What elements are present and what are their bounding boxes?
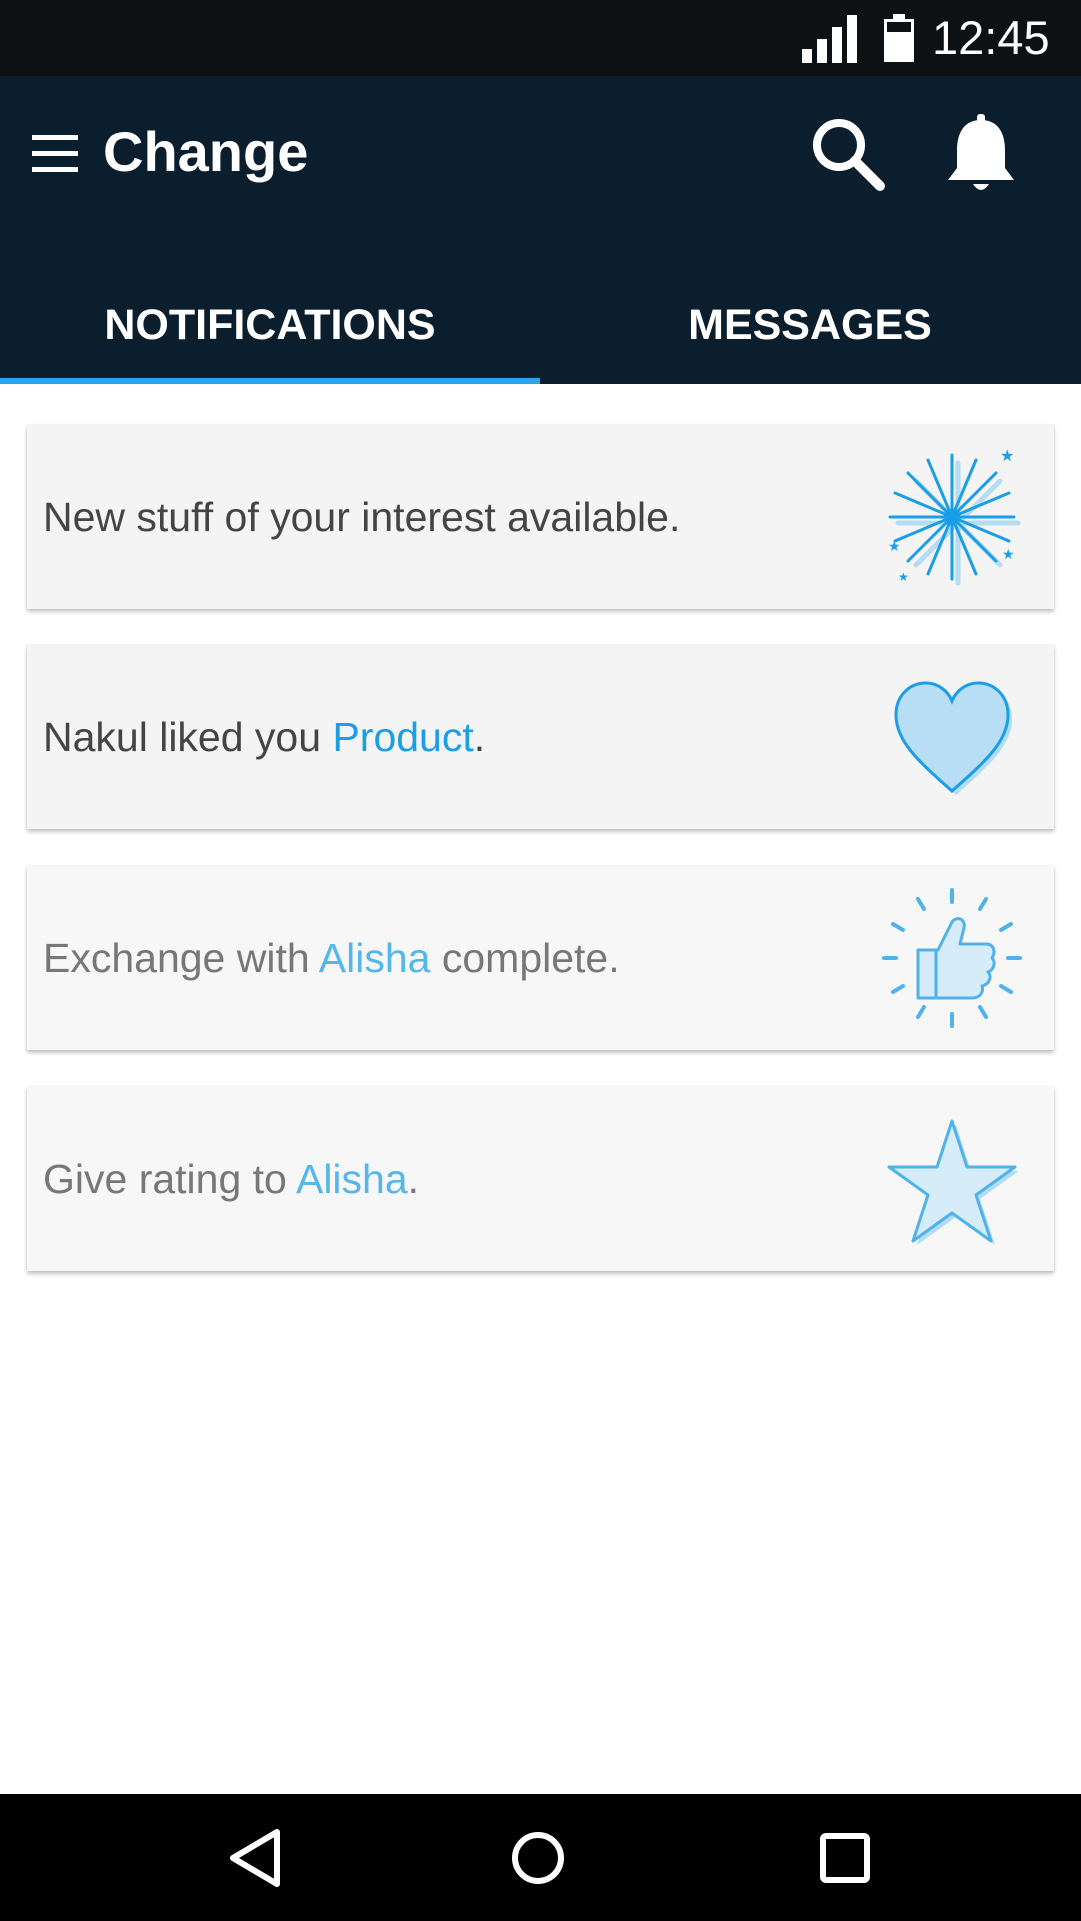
notification-message: New stuff of your interest available. <box>43 494 681 540</box>
tab-indicator <box>0 378 540 384</box>
svg-text:★: ★ <box>898 570 909 584</box>
user-link-alisha[interactable]: Alisha <box>296 1156 408 1202</box>
status-bar: 12:45 <box>0 0 1081 76</box>
user-link-alisha[interactable]: Alisha <box>319 935 431 981</box>
notification-message: Nakul liked you <box>43 714 333 760</box>
search-icon[interactable] <box>808 114 888 194</box>
tab-notifications[interactable]: NOTIFICATIONS <box>0 266 540 384</box>
fireworks-icon: ★ ★ ★ ★ <box>888 447 1021 586</box>
recent-apps-icon[interactable] <box>805 1818 885 1898</box>
svg-text:★: ★ <box>1000 447 1014 465</box>
app-bar: Change NOTIFICATIONS MESSAGES <box>0 76 1081 384</box>
notification-message-end: . <box>473 714 486 760</box>
screen: 12:45 Change NOTIFICATIONS MESSAGES New … <box>0 0 1081 1921</box>
notification-text: New stuff of your interest available. <box>43 425 680 609</box>
battery-icon <box>884 14 914 62</box>
notification-card-give-rating[interactable]: Give rating to Alisha. <box>27 1087 1054 1271</box>
heart-icon <box>894 681 1012 795</box>
thumbs-up-icon <box>882 888 1022 1028</box>
notification-card-exchange-complete[interactable]: Exchange with Alisha complete. <box>27 866 1054 1050</box>
tab-messages[interactable]: MESSAGES <box>540 266 1080 384</box>
back-icon[interactable] <box>215 1818 295 1898</box>
svg-text:★: ★ <box>888 539 901 555</box>
notification-card-liked-product[interactable]: Nakul liked you Product. <box>27 645 1054 829</box>
notification-text: Give rating to Alisha. <box>43 1087 419 1271</box>
notification-card-new-stuff[interactable]: New stuff of your interest available. ★ … <box>27 425 1054 609</box>
home-icon[interactable] <box>498 1818 578 1898</box>
star-icon <box>887 1119 1019 1245</box>
tab-bar: NOTIFICATIONS MESSAGES <box>0 266 1081 384</box>
notification-message-end: complete. <box>430 935 620 981</box>
system-nav-bar <box>0 1794 1081 1921</box>
bell-icon[interactable] <box>944 112 1018 196</box>
product-link[interactable]: Product <box>332 714 473 760</box>
notification-message: Exchange with <box>43 935 319 981</box>
signal-icon <box>802 15 857 63</box>
notification-message-end: . <box>407 1156 420 1202</box>
app-title: Change <box>103 120 309 183</box>
status-clock: 12:45 <box>932 11 1050 64</box>
menu-icon[interactable] <box>30 129 80 179</box>
notification-text: Exchange with Alisha complete. <box>43 866 620 1050</box>
svg-text:★: ★ <box>1002 547 1015 563</box>
notification-message: Give rating to <box>43 1156 296 1202</box>
notification-text: Nakul liked you Product. <box>43 645 485 829</box>
